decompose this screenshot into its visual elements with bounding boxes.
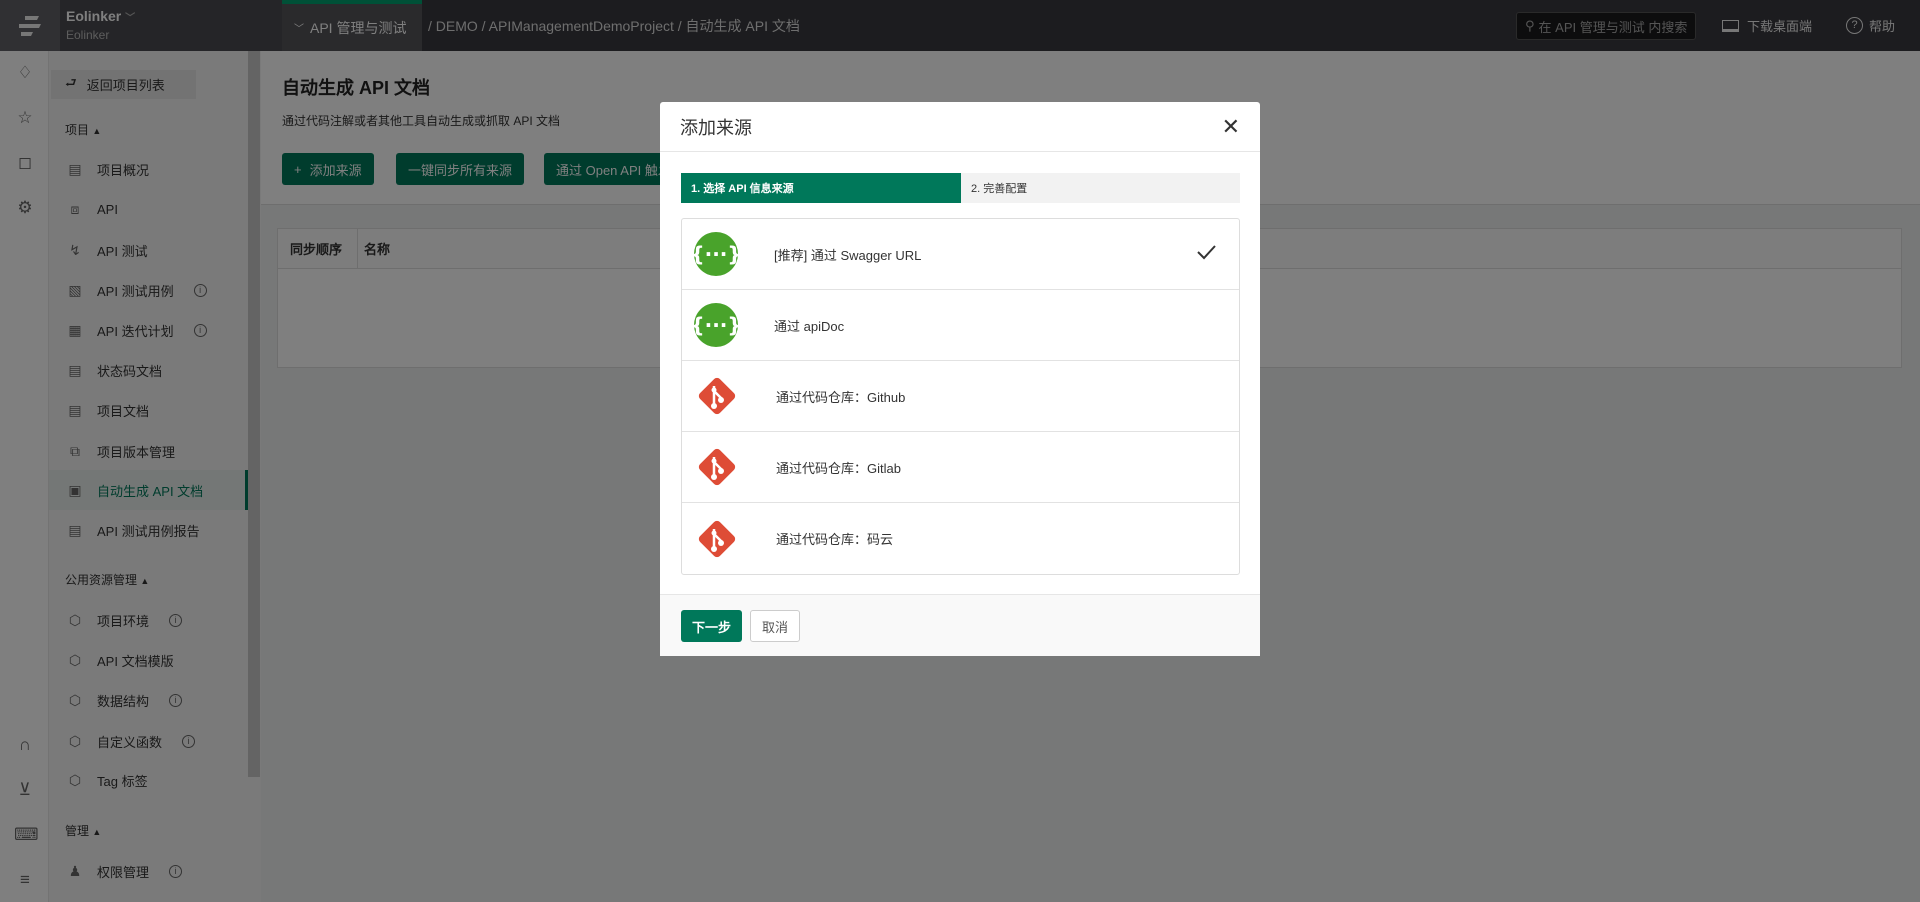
close-icon[interactable]: ✕ [1222,115,1240,138]
svg-text:{···}: {···} [694,242,738,266]
git-icon [694,373,740,419]
git-icon [694,516,740,562]
swagger-icon: {···} [694,232,738,276]
source-label: 通过代码仓库：Github [776,389,906,405]
source-option[interactable]: {···} 通过 apiDoc [682,290,1239,361]
source-list: {···} [推荐] 通过 Swagger URL {···} 通过 apiDoc 通过… [681,218,1240,575]
source-option[interactable]: 通过代码仓库：码云 [682,503,1239,574]
step-1: 1. 选择 API 信息来源 [681,173,961,203]
swagger-icon: {···} [694,303,738,347]
add-source-dialog: 添加来源 ✕ 1. 选择 API 信息来源 2. 完善配置 {···} [推荐] 通… [660,102,1260,656]
dialog-footer: 下一步 取消 [660,594,1260,656]
source-label: 通过代码仓库：码云 [776,532,894,547]
dialog-title: 添加来源 [680,117,752,138]
git-icon [694,444,740,490]
check-icon [1195,241,1217,266]
step-2: 2. 完善配置 [971,183,1028,195]
source-label: 通过代码仓库：Gitlab [776,460,901,476]
stepper: 1. 选择 API 信息来源 2. 完善配置 [681,173,1240,203]
source-option[interactable]: {···} [推荐] 通过 Swagger URL [682,219,1239,290]
cancel-button[interactable]: 取消 [750,610,800,642]
source-option[interactable]: 通过代码仓库：Gitlab [682,432,1239,503]
svg-text:{···}: {···} [694,313,738,337]
source-label: [推荐] 通过 Swagger URL [774,247,922,263]
source-option[interactable]: 通过代码仓库：Github [682,361,1239,432]
source-label: 通过 apiDoc [774,318,845,334]
next-step-button[interactable]: 下一步 [681,610,742,642]
